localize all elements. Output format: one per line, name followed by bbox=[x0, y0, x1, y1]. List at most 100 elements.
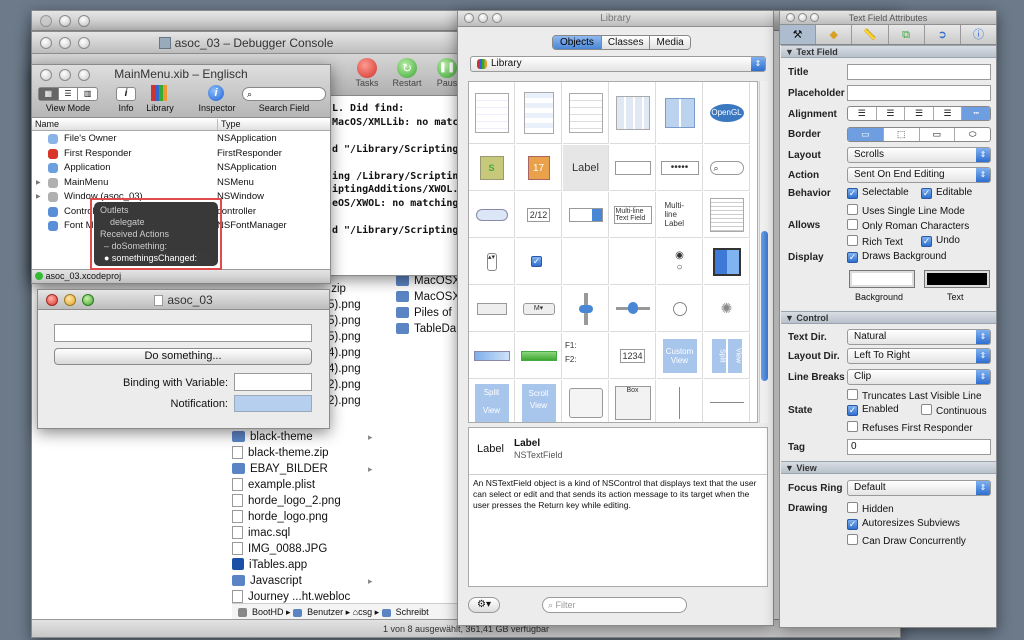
outline-row[interactable]: File's Owner NSApplication bbox=[32, 132, 330, 147]
file-name-fragment[interactable]: 4).png bbox=[328, 345, 368, 361]
xib-zoom-button[interactable] bbox=[78, 69, 90, 81]
file-name-fragment[interactable]: 2).png bbox=[328, 377, 368, 393]
disclosure-triangle-icon[interactable]: ▶ bbox=[36, 190, 41, 204]
vertical-line-object[interactable] bbox=[657, 380, 703, 422]
vertical-slider-object[interactable] bbox=[563, 286, 609, 332]
inspector-icon[interactable]: i bbox=[208, 85, 224, 101]
restart-button[interactable]: ↻ Restart bbox=[390, 58, 424, 88]
rich-text-checkbox[interactable]: Rich Text bbox=[847, 235, 903, 248]
layout-dir-popup[interactable]: Left To Right ⇕ bbox=[847, 348, 991, 364]
matrix-object[interactable] bbox=[610, 82, 656, 144]
do-something-button[interactable]: Do something... bbox=[54, 348, 312, 365]
radio-group-object[interactable] bbox=[563, 239, 609, 285]
border-rounded-icon[interactable]: ⬭ bbox=[955, 128, 990, 141]
file-list-item[interactable]: horde_logo.png bbox=[232, 509, 382, 525]
horizontal-slider-object[interactable] bbox=[610, 286, 656, 332]
action-somethings-changed[interactable]: ● somethingsChanged: bbox=[100, 252, 212, 264]
selectable-checkbox[interactable]: ✓ Selectable bbox=[847, 187, 909, 199]
control-section-header[interactable]: ▼ Control bbox=[781, 311, 996, 324]
path-item[interactable]: Benutzer bbox=[307, 607, 343, 617]
file-name-fragment[interactable]: .zip bbox=[328, 281, 368, 297]
draws-background-checkbox[interactable]: ✓ Draws Background bbox=[847, 251, 946, 263]
text-dir-popup[interactable]: Natural ⇕ bbox=[847, 329, 991, 345]
file-name-fragment[interactable]: 5).png bbox=[328, 297, 368, 313]
align-natural-icon[interactable]: ┅ bbox=[962, 107, 990, 120]
file-list-item[interactable]: TableDa bbox=[396, 321, 466, 337]
title-field[interactable] bbox=[847, 64, 991, 80]
roman-checkbox[interactable]: Only Roman Characters bbox=[847, 219, 969, 232]
text-field-object[interactable] bbox=[610, 145, 656, 191]
type-column-header[interactable]: Type bbox=[217, 119, 241, 130]
editable-checkbox[interactable]: ✓ Editable bbox=[921, 187, 972, 199]
label-object[interactable]: Label bbox=[563, 145, 609, 191]
text-color-well[interactable] bbox=[924, 270, 990, 288]
table-view-object[interactable] bbox=[516, 82, 562, 144]
progress-indicator-object[interactable]: ✺ bbox=[704, 286, 750, 332]
action-do-something[interactable]: – doSomething: bbox=[100, 240, 212, 252]
file-name-fragment[interactable]: 5).png bbox=[328, 329, 368, 345]
file-list-item[interactable]: iTables.app bbox=[232, 557, 382, 573]
column-view-icon[interactable]: ▥ bbox=[78, 88, 97, 100]
bindings-tab-icon[interactable]: ⧉ bbox=[889, 25, 925, 44]
tag-field[interactable]: 0 bbox=[847, 439, 991, 455]
layout-popup[interactable]: Scrolls ⇕ bbox=[847, 147, 991, 163]
opengl-view-object[interactable]: OpenGL bbox=[704, 82, 750, 144]
library-minimize-button[interactable] bbox=[478, 13, 488, 23]
circular-slider-object[interactable] bbox=[657, 286, 703, 332]
debugger-zoom-button[interactable] bbox=[78, 37, 90, 49]
inspector-zoom-button[interactable] bbox=[810, 13, 819, 22]
file-name-fragment[interactable]: 2).png bbox=[328, 393, 368, 409]
level-indicator-object[interactable] bbox=[469, 333, 515, 379]
debugger-close-button[interactable] bbox=[40, 37, 52, 49]
stepper-object[interactable]: ▴▾ bbox=[469, 239, 515, 285]
align-justify-icon[interactable]: ☰ bbox=[934, 107, 963, 120]
file-name-fragment[interactable]: 4).png bbox=[328, 361, 368, 377]
file-list-item[interactable]: black-theme.zip bbox=[232, 445, 382, 461]
debugger-minimize-button[interactable] bbox=[59, 37, 71, 49]
file-list-item[interactable]: IMG_0088.JPG bbox=[232, 541, 382, 557]
tab-media[interactable]: Media bbox=[650, 36, 690, 49]
radio-buttons-object[interactable]: ◉ ○ bbox=[657, 239, 703, 285]
line-breaks-popup[interactable]: Clip ⇕ bbox=[847, 369, 991, 385]
library-scrollbar[interactable] bbox=[759, 81, 768, 423]
split-view-object[interactable]: Split View bbox=[704, 333, 750, 379]
binding-field[interactable] bbox=[234, 373, 312, 391]
continuous-checkbox[interactable]: Continuous bbox=[921, 404, 987, 417]
number-field-object[interactable]: 1234 bbox=[610, 333, 656, 379]
library-dropdown[interactable]: Library ⇕ bbox=[470, 56, 766, 72]
icon-view-icon[interactable]: ▦ bbox=[39, 88, 59, 100]
action-gear-button[interactable]: ⚙▾ bbox=[468, 597, 500, 613]
tab-view-object[interactable] bbox=[563, 380, 609, 422]
horizontal-split-object[interactable]: Split View bbox=[469, 380, 515, 422]
name-column-header[interactable]: Name bbox=[35, 119, 59, 130]
combo-box-object[interactable] bbox=[563, 192, 609, 238]
inspector-close-button[interactable] bbox=[786, 13, 795, 22]
connections-tab-icon[interactable]: ➲ bbox=[925, 25, 961, 44]
horizontal-line-object[interactable] bbox=[704, 380, 750, 422]
scroll-thumb[interactable] bbox=[761, 231, 768, 381]
align-center-icon[interactable]: ☰ bbox=[877, 107, 906, 120]
finder-icon-object[interactable] bbox=[704, 239, 750, 285]
info-button[interactable]: i bbox=[116, 87, 136, 101]
single-line-checkbox[interactable]: Uses Single Line Mode bbox=[847, 204, 965, 217]
outline-row[interactable]: Application NSApplication bbox=[32, 161, 330, 176]
tab-classes[interactable]: Classes bbox=[601, 36, 651, 49]
secure-text-field-object[interactable]: ••••• bbox=[657, 145, 703, 191]
filter-input[interactable]: ⌕ Filter bbox=[542, 597, 687, 613]
multi-line-text-field-object[interactable]: Multi-line Text Field bbox=[610, 192, 656, 238]
library-zoom-button[interactable] bbox=[492, 13, 502, 23]
border-none-icon[interactable]: ▭ bbox=[848, 128, 884, 141]
file-list-item[interactable]: MacOSX bbox=[396, 289, 466, 305]
tab-objects[interactable]: Objects bbox=[553, 36, 602, 49]
size-tab-icon[interactable]: 📏 bbox=[852, 25, 889, 44]
view-section-header[interactable]: ▼ View bbox=[781, 461, 996, 474]
align-left-icon[interactable]: ☰ bbox=[848, 107, 877, 120]
view-mode-control[interactable]: ▦ ☰ ▥ bbox=[38, 87, 98, 101]
border-line-icon[interactable]: ⬚ bbox=[884, 128, 920, 141]
multi-line-label-object[interactable]: Multi-line Label bbox=[657, 192, 703, 238]
outline-view-object[interactable] bbox=[469, 82, 515, 144]
outlet-delegate[interactable]: delegate bbox=[100, 216, 212, 228]
radio-object[interactable] bbox=[610, 239, 656, 285]
path-item[interactable]: Schreibt bbox=[396, 607, 429, 617]
identity-tab-icon[interactable]: ⓘ bbox=[961, 25, 996, 44]
